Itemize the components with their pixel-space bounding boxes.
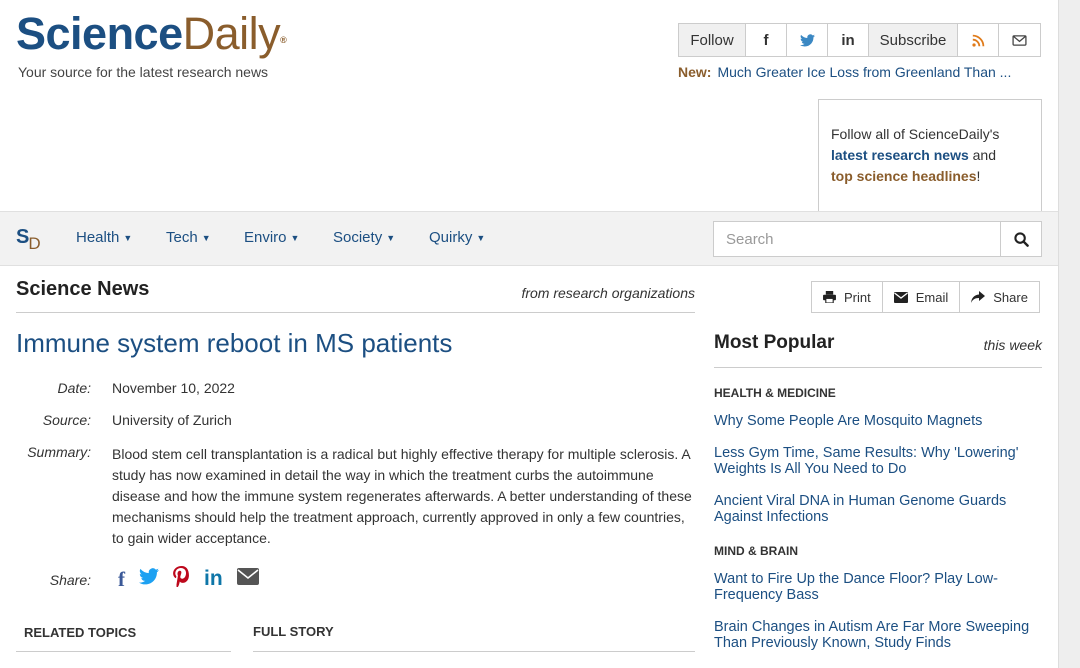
category-health-medicine: HEALTH & MEDICINE xyxy=(714,386,836,400)
follow-promo-and: and xyxy=(968,147,996,163)
sd-home-logo[interactable]: SD xyxy=(16,226,42,253)
print-icon xyxy=(823,291,836,303)
logo-science: Science xyxy=(16,8,183,59)
social-bar: Follow f in Subscribe xyxy=(678,23,1041,57)
email-icon[interactable] xyxy=(999,24,1040,56)
popular-link[interactable]: Why Some People Are Mosquito Magnets xyxy=(714,413,1042,429)
follow-button[interactable]: Follow xyxy=(679,24,746,56)
email-label: Email xyxy=(915,289,949,305)
article-summary: Blood stem cell transplantation is a rad… xyxy=(112,446,692,546)
share-label: Share xyxy=(993,289,1028,305)
rss-icon[interactable] xyxy=(958,24,999,56)
section-header: Science News from research organizations xyxy=(16,278,695,313)
nav-tech-label: Tech xyxy=(166,229,198,246)
news-ticker-label: New: xyxy=(678,64,712,80)
logo-daily: Daily xyxy=(182,8,281,59)
share-button[interactable]: Share xyxy=(960,282,1039,312)
nav-quirky[interactable]: Quirky ▼ xyxy=(429,229,485,246)
nav-quirky-label: Quirky xyxy=(429,229,473,246)
linkedin-share-icon[interactable]: in xyxy=(204,567,223,591)
envelope-icon xyxy=(893,291,908,303)
related-topics-divider xyxy=(16,651,231,652)
page-scrollbar[interactable] xyxy=(1058,0,1080,668)
article-date: November 10, 2022 xyxy=(112,380,235,396)
nav-society-label: Society xyxy=(333,229,383,246)
nav-enviro[interactable]: Enviro ▼ xyxy=(244,229,299,246)
latest-news-link[interactable]: latest research news xyxy=(831,147,969,163)
linkedin-icon[interactable]: in xyxy=(828,24,869,56)
search-input[interactable] xyxy=(714,222,1000,256)
share-arrow-icon xyxy=(971,291,986,303)
share-icons: f in xyxy=(118,566,259,592)
site-tagline: Your source for the latest research news xyxy=(18,64,269,80)
popular-link[interactable]: Ancient Viral DNA in Human Genome Guards… xyxy=(714,493,1042,525)
chevron-down-icon: ▼ xyxy=(290,233,300,244)
follow-promo-end: ! xyxy=(976,168,981,184)
full-story-divider xyxy=(253,651,695,652)
nav-health-label: Health xyxy=(76,229,120,246)
chevron-down-icon: ▼ xyxy=(386,233,396,244)
search-box xyxy=(713,221,1042,257)
category-mind-brain: MIND & BRAIN xyxy=(714,544,798,558)
related-topics-heading: RELATED TOPICS xyxy=(24,625,137,640)
news-ticker-text[interactable]: Much Greater Ice Loss from Greenland Tha… xyxy=(717,64,1011,80)
nav-health[interactable]: Health ▼ xyxy=(76,229,132,246)
site-header: ScienceDaily® Your source for the latest… xyxy=(0,0,1058,211)
section-subtitle: from research organizations xyxy=(521,285,695,301)
date-label: Date: xyxy=(57,380,91,396)
follow-promo-box: Follow all of ScienceDaily's latest rese… xyxy=(818,99,1042,211)
top-headlines-link[interactable]: top science headlines xyxy=(831,168,977,184)
twitter-icon[interactable] xyxy=(787,24,828,56)
logo-registered: ® xyxy=(280,35,287,45)
article-source: University of Zurich xyxy=(112,412,232,428)
main-navbar: SD Health ▼ Tech ▼ Enviro ▼ Society ▼ Quirky… xyxy=(0,211,1058,266)
facebook-icon[interactable]: f xyxy=(746,24,787,56)
chevron-down-icon: ▼ xyxy=(123,233,133,244)
full-story-heading: FULL STORY xyxy=(253,624,334,639)
twitter-share-icon[interactable] xyxy=(139,567,159,591)
most-popular-period[interactable]: this week xyxy=(984,337,1042,353)
print-button[interactable]: Print xyxy=(812,282,883,312)
popular-link[interactable]: Want to Fire Up the Dance Floor? Play Lo… xyxy=(714,571,1042,603)
sd-logo-d: D xyxy=(28,234,41,253)
nav-tech[interactable]: Tech ▼ xyxy=(166,229,211,246)
chevron-down-icon: ▼ xyxy=(476,233,486,244)
follow-promo-text: Follow all of ScienceDaily's xyxy=(831,126,1000,142)
facebook-share-icon[interactable]: f xyxy=(118,567,125,591)
email-button[interactable]: Email xyxy=(883,282,961,312)
search-icon xyxy=(1013,231,1029,247)
news-ticker[interactable]: New: Much Greater Ice Loss from Greenland… xyxy=(678,64,1011,80)
source-label: Source: xyxy=(42,412,91,428)
search-button[interactable] xyxy=(1000,222,1041,256)
print-label: Print xyxy=(844,289,871,305)
most-popular-title: Most Popular xyxy=(714,332,835,353)
most-popular-header: Most Popular this week xyxy=(714,332,1042,368)
section-title[interactable]: Science News xyxy=(16,278,149,301)
site-logo[interactable]: ScienceDaily® xyxy=(16,8,287,60)
email-share-icon[interactable] xyxy=(236,567,259,591)
article-tools: Print Email Share xyxy=(811,281,1040,313)
summary-label: Summary: xyxy=(27,444,91,460)
chevron-down-icon: ▼ xyxy=(201,233,211,244)
nav-society[interactable]: Society ▼ xyxy=(333,229,395,246)
article-headline: Immune system reboot in MS patients xyxy=(16,328,453,358)
pinterest-share-icon[interactable] xyxy=(173,566,190,592)
nav-enviro-label: Enviro xyxy=(244,229,287,246)
popular-link[interactable]: Less Gym Time, Same Results: Why 'Loweri… xyxy=(714,445,1042,477)
popular-link[interactable]: Brain Changes in Autism Are Far More Swe… xyxy=(714,619,1042,651)
share-label: Share: xyxy=(49,572,91,588)
subscribe-button[interactable]: Subscribe xyxy=(869,24,958,56)
